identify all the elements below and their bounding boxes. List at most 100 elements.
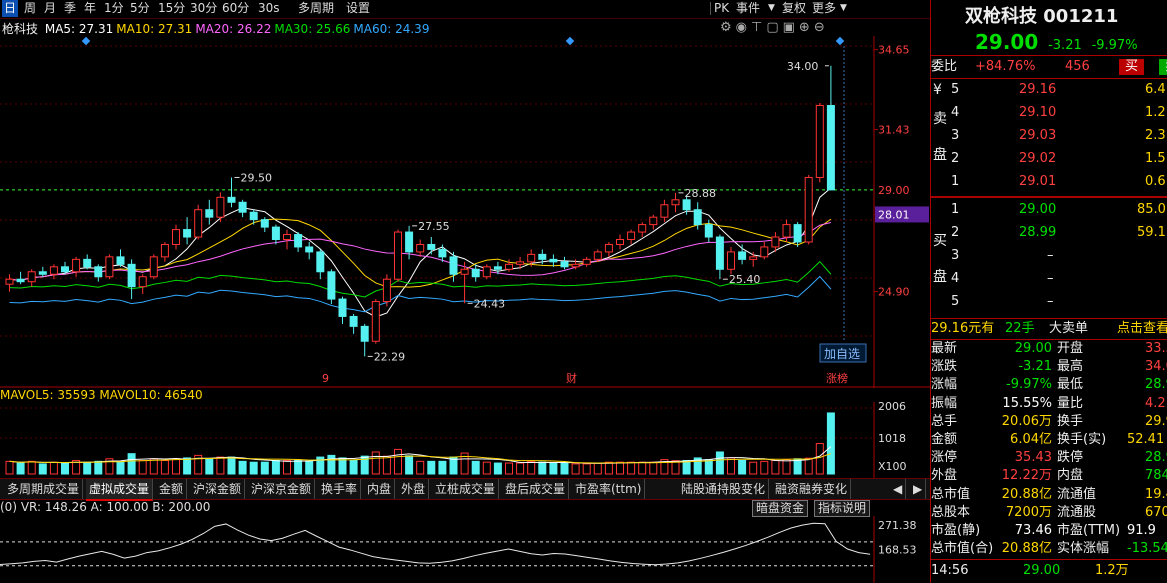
event-diamond-icon[interactable] <box>81 36 91 46</box>
period-quarter[interactable]: 季 <box>64 0 76 17</box>
gear-icon[interactable]: ⚙ <box>720 20 736 35</box>
event-marker[interactable]: 财 <box>566 371 577 385</box>
candle[interactable] <box>127 259 136 300</box>
candle[interactable] <box>516 256 525 270</box>
candle[interactable] <box>382 274 391 307</box>
candle[interactable] <box>671 192 680 213</box>
candle[interactable] <box>138 274 147 295</box>
period-week[interactable]: 周 <box>24 0 36 17</box>
events-dropdown-icon[interactable]: ▼ <box>768 0 775 17</box>
candle[interactable] <box>560 256 569 270</box>
candle[interactable] <box>715 234 724 280</box>
indicator-help-button[interactable]: 指标说明 <box>814 500 871 517</box>
chart-tool-icons[interactable]: ⚙◉⊤▢▣⊕⊖ <box>720 20 829 35</box>
indicator-tab[interactable]: 市盈率(ttm) <box>572 479 646 499</box>
candle[interactable] <box>826 65 835 191</box>
indicator-tab[interactable]: 换手率 <box>318 479 362 499</box>
candle[interactable] <box>804 174 813 245</box>
zoom-in-icon[interactable]: ⊕ <box>799 20 814 35</box>
candle[interactable] <box>238 199 247 218</box>
candle[interactable] <box>116 249 125 267</box>
candle[interactable] <box>183 217 192 245</box>
candle[interactable] <box>16 271 25 285</box>
event-diamond-icon[interactable] <box>835 36 845 46</box>
candle[interactable] <box>5 274 14 292</box>
candle[interactable] <box>549 254 558 267</box>
candle[interactable] <box>172 224 180 250</box>
indicator-tab[interactable]: 金额 <box>156 479 188 499</box>
candle[interactable] <box>760 241 769 260</box>
period-5min[interactable]: 5分 <box>130 0 150 17</box>
period-15min[interactable]: 15分 <box>158 0 185 17</box>
event-diamond-icon[interactable] <box>565 36 575 46</box>
candle[interactable] <box>416 239 425 257</box>
pin-icon[interactable]: ⊤ <box>751 20 766 35</box>
candle[interactable] <box>294 232 303 252</box>
candle[interactable] <box>27 269 36 287</box>
candle[interactable] <box>793 222 802 247</box>
period-day[interactable]: 日 <box>2 0 18 17</box>
candle[interactable] <box>727 246 735 275</box>
indicator-tab[interactable]: 外盘 <box>398 479 430 499</box>
candle[interactable] <box>738 244 747 265</box>
candle[interactable] <box>360 323 369 357</box>
candle[interactable] <box>160 241 169 262</box>
event-marker[interactable]: 9 <box>322 372 329 385</box>
candle[interactable] <box>660 199 669 223</box>
candle[interactable] <box>427 237 436 255</box>
period-30min[interactable]: 30分 <box>190 0 217 17</box>
indicator-tab[interactable]: 融资融券变化 <box>772 479 852 499</box>
period-30s[interactable]: 30s <box>258 0 280 17</box>
candle[interactable] <box>149 254 158 280</box>
candle[interactable] <box>371 299 380 344</box>
tabs-scroll-left-icon[interactable]: ◀ <box>890 479 907 499</box>
candle[interactable] <box>105 254 114 280</box>
view-link[interactable]: 点击查看 <box>1117 318 1167 340</box>
candle[interactable] <box>627 229 636 245</box>
settings-button[interactable]: 设置 <box>346 0 370 17</box>
indicator-tab[interactable]: 沪深京金额 <box>248 479 316 499</box>
candle[interactable] <box>649 214 658 230</box>
indicator-tab[interactable]: 虚拟成交量 <box>86 479 154 501</box>
event-marker[interactable]: 涨榜 <box>826 371 848 385</box>
buy-button[interactable]: 买 <box>1119 59 1145 75</box>
candle[interactable] <box>582 256 591 267</box>
candle[interactable] <box>327 269 336 305</box>
candle[interactable] <box>338 296 347 324</box>
candle[interactable] <box>394 229 402 282</box>
indicator-tab[interactable]: 多周期成交量 <box>4 479 84 499</box>
expand-icon[interactable]: ▣ <box>783 20 799 35</box>
more-button[interactable]: 更多 <box>812 0 836 17</box>
candle[interactable] <box>271 224 280 245</box>
period-60min[interactable]: 60分 <box>222 0 249 17</box>
candle[interactable] <box>449 251 458 282</box>
candle[interactable] <box>38 266 47 277</box>
candle[interactable] <box>638 222 647 238</box>
candle[interactable] <box>205 199 214 225</box>
period-1min[interactable]: 1分 <box>104 0 124 17</box>
candle[interactable] <box>260 217 269 233</box>
candle[interactable] <box>283 229 291 250</box>
candle[interactable] <box>749 251 758 267</box>
candle[interactable] <box>482 264 491 280</box>
period-month[interactable]: 月 <box>44 0 56 17</box>
candle[interactable] <box>815 103 824 183</box>
candle[interactable] <box>94 264 103 282</box>
multi-period-button[interactable]: 多周期 <box>298 0 334 17</box>
candle[interactable] <box>349 313 358 334</box>
period-year[interactable]: 年 <box>84 0 96 17</box>
candle[interactable] <box>316 249 325 280</box>
candle[interactable] <box>83 254 92 270</box>
candle[interactable] <box>704 219 713 242</box>
indicator-tab[interactable]: 沪深金额 <box>190 479 246 499</box>
dark-pool-funds-button[interactable]: 暗盘资金 <box>752 500 809 517</box>
candle[interactable] <box>305 241 314 260</box>
indicator-tab[interactable]: 盘后成交量 <box>502 479 570 499</box>
candle[interactable] <box>471 264 480 282</box>
adjust-button[interactable]: 复权 <box>782 0 806 17</box>
candle[interactable] <box>194 204 203 240</box>
price-chart[interactable]: 34.6531.4328.0124.9029.0028.0134.0029.50… <box>0 36 930 388</box>
volume-chart[interactable]: 2006 1018 X100 <box>0 402 930 478</box>
indicator-tab[interactable]: 陆股通持股变化 <box>678 479 770 499</box>
more-dropdown-icon[interactable]: ▼ <box>840 0 847 17</box>
